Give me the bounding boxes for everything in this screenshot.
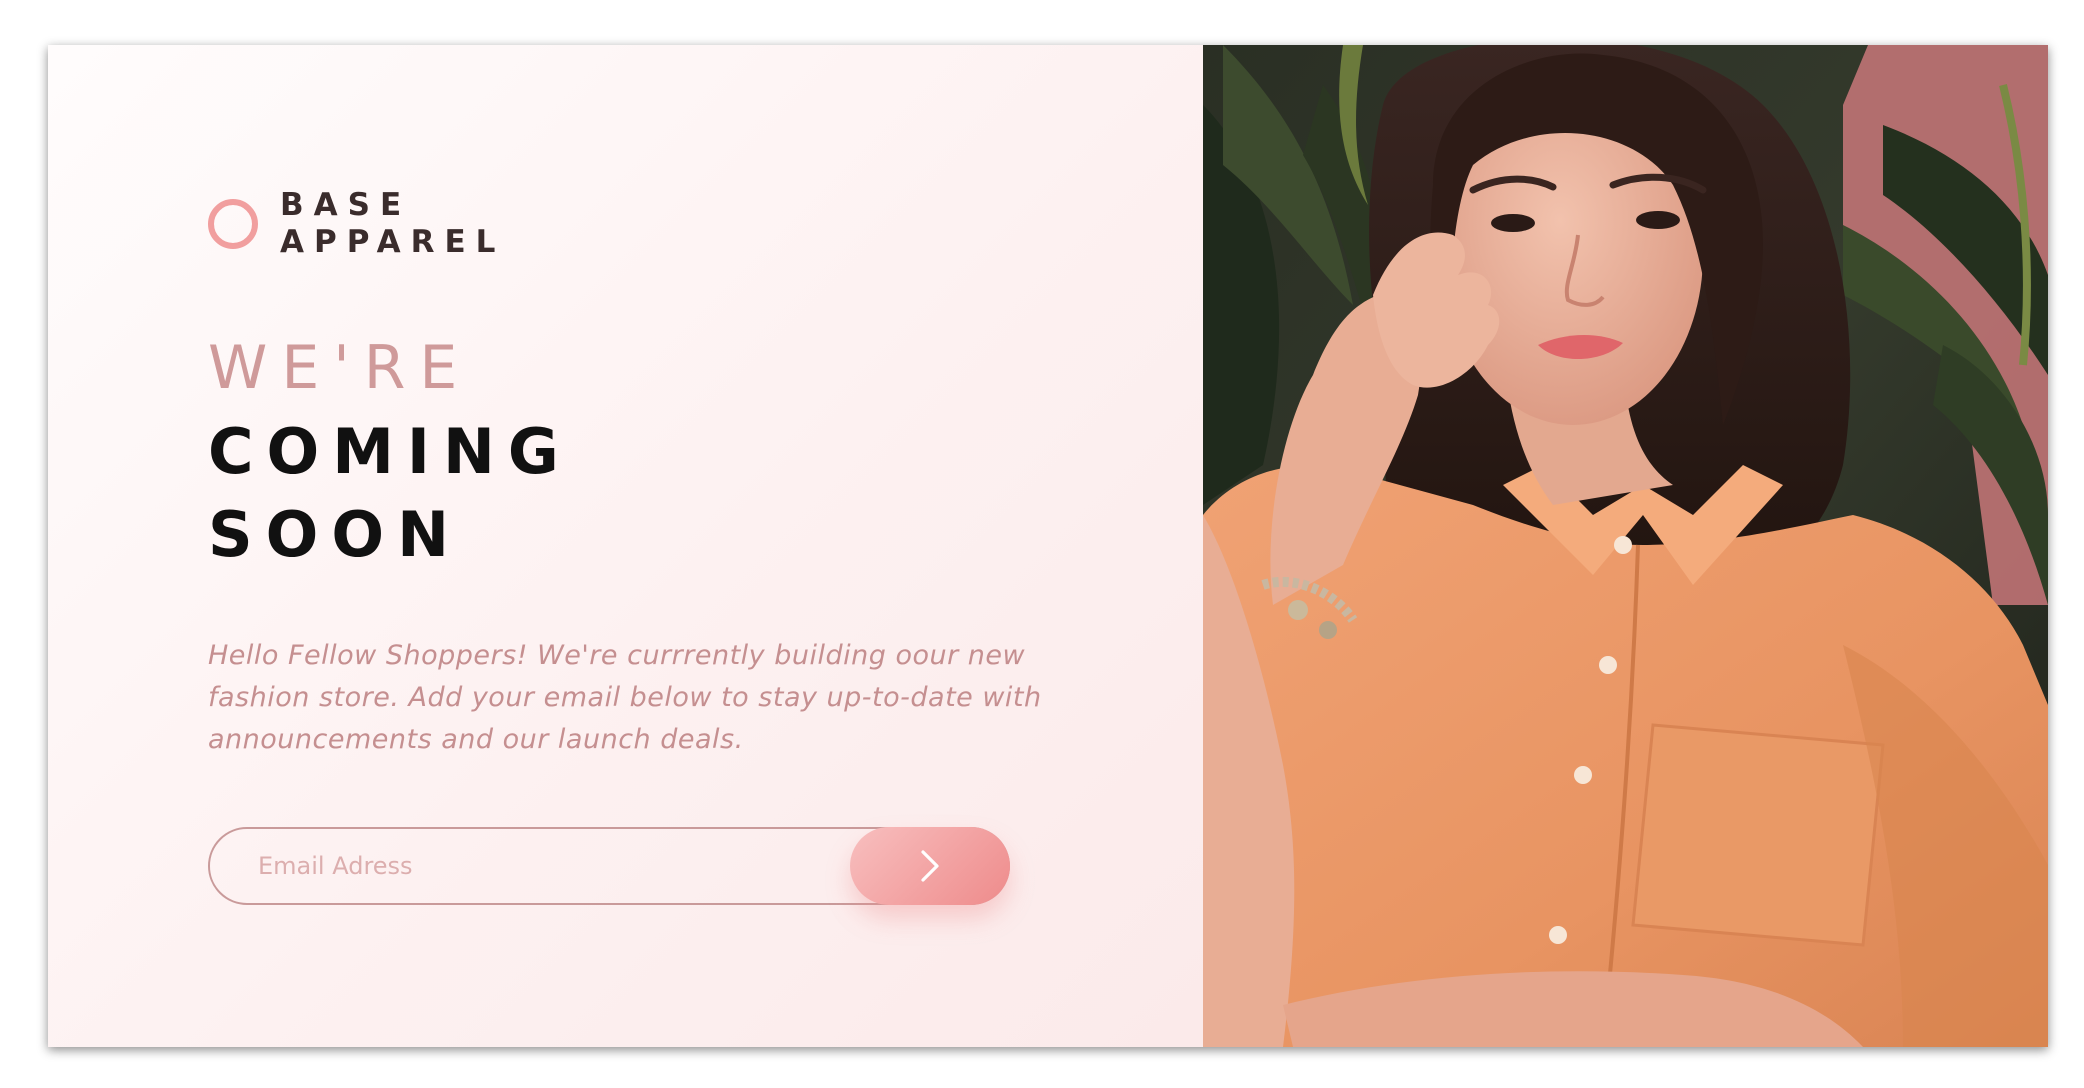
- hero-image: [1203, 45, 2048, 1047]
- page-title: WE'RE COMING SOON: [208, 327, 572, 576]
- brand-logo: BASE APPAREL: [208, 187, 505, 261]
- title-line-3: SOON: [208, 498, 462, 571]
- logo-circle-icon: [208, 199, 258, 249]
- title-line-1: WE'RE: [208, 333, 472, 403]
- title-line-2: COMING: [208, 415, 572, 488]
- hero-photo: [1203, 45, 2048, 1047]
- email-signup-form: [208, 827, 1010, 905]
- intro-text: Hello Fellow Shoppers! We're currrently …: [208, 640, 1042, 755]
- chevron-right-icon: [921, 850, 939, 882]
- submit-button[interactable]: [850, 827, 1010, 905]
- landing-card: BASE APPAREL WE'RE COMING SOON Hello Fel…: [48, 45, 2048, 1047]
- brand-name: BASE APPAREL: [280, 187, 505, 261]
- brand-line-2: APPAREL: [280, 224, 506, 260]
- brand-line-1: BASE: [280, 187, 412, 223]
- content-panel: BASE APPAREL WE'RE COMING SOON Hello Fel…: [48, 45, 1203, 1047]
